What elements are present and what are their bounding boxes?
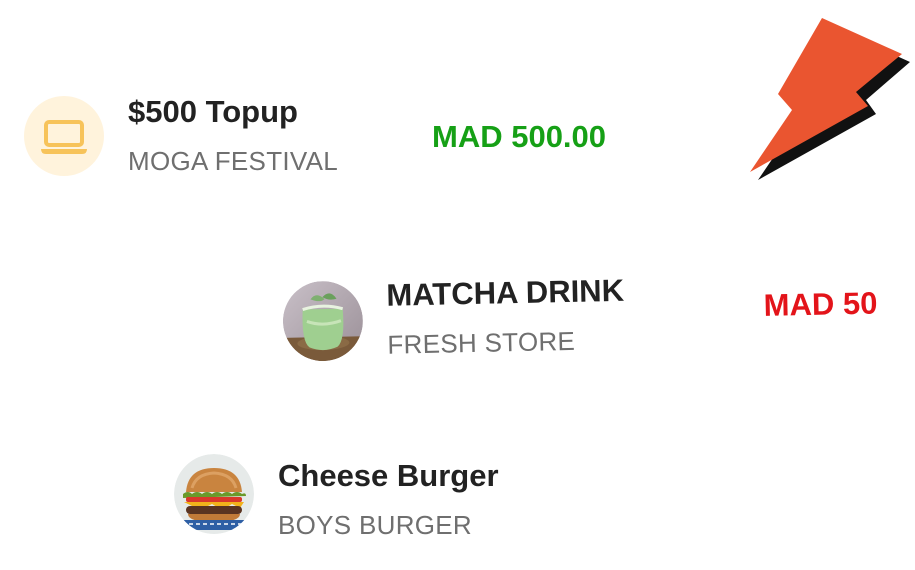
transaction-merchant: BOYS BURGER — [278, 510, 473, 540]
transactions-canvas: $500 Topup MOGA FESTIVAL MAD 500.00 MATC… — [0, 0, 915, 570]
transaction-item-burger[interactable]: Cheese Burger BOYS BURGER — [0, 440, 915, 560]
laptop-icon — [24, 96, 104, 176]
transaction-title: Cheese Burger — [278, 458, 499, 493]
cheese-burger-photo — [174, 454, 254, 534]
matcha-drink-photo — [282, 280, 364, 362]
transaction-amount: MAD 500.00 — [432, 119, 607, 154]
transaction-item-matcha[interactable]: MATCHA DRINK FRESH STORE MAD 50 — [279, 257, 901, 380]
transaction-merchant: MOGA FESTIVAL — [128, 146, 339, 176]
lightning-bolt-logo — [742, 10, 914, 190]
transaction-title: $500 Topup — [128, 94, 298, 129]
transaction-amount: MAD 50 — [763, 285, 878, 323]
transaction-title: MATCHA DRINK — [386, 272, 625, 313]
transaction-merchant: FRESH STORE — [387, 325, 576, 360]
